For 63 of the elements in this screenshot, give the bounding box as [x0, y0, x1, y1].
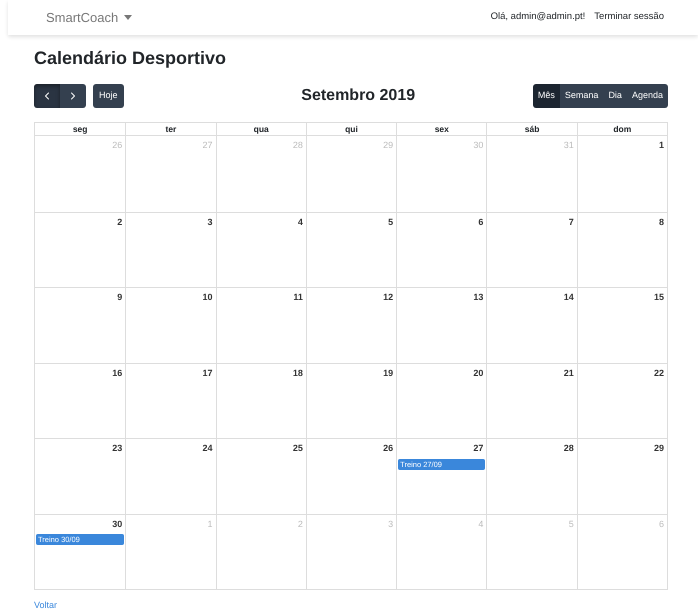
day-number: 1 [208, 518, 214, 530]
weekday-header: dom [576, 123, 667, 136]
back-link[interactable]: Voltar [34, 599, 668, 612]
day-number: 3 [208, 216, 214, 228]
day-number: 4 [298, 216, 304, 228]
weekday-header: qua [216, 123, 306, 136]
day-number: 28 [292, 139, 304, 152]
day-number: 29 [383, 139, 394, 152]
weekday-header: sáb [486, 123, 577, 136]
brand-menu[interactable]: SmartCoach [46, 8, 132, 28]
day-number: 12 [383, 291, 394, 304]
day-number: 14 [564, 291, 575, 304]
day-number: 27 [473, 442, 484, 455]
view-tab[interactable]: Mês [532, 84, 560, 108]
day-number: 2 [117, 216, 124, 228]
day-number: 24 [202, 442, 214, 455]
view-tab[interactable]: Semana [560, 84, 604, 108]
greeting-text: Olá, admin@admin.pt! [490, 10, 586, 24]
day-number: 30 [112, 518, 124, 530]
day-number: 6 [658, 518, 665, 530]
day-number: 20 [473, 366, 484, 380]
day-number: 19 [383, 366, 394, 380]
day-number: 17 [202, 366, 214, 380]
day-number: 26 [112, 139, 124, 152]
weekday-header: sex [396, 123, 486, 136]
weekday-header: ter [125, 123, 216, 136]
period-title: Setembro 2019 [301, 86, 416, 106]
weekday-header: qui [306, 123, 396, 136]
weekday-header: seg [35, 123, 126, 136]
day-number: 13 [473, 291, 484, 304]
day-number: 7 [568, 216, 575, 228]
day-number: 1 [658, 139, 665, 152]
day-number: 21 [564, 366, 575, 380]
day-number: 25 [292, 442, 304, 455]
today-button[interactable]: Hoje [93, 84, 124, 108]
day-number: 3 [388, 518, 394, 530]
day-number: 16 [112, 366, 124, 380]
previous-button[interactable] [34, 84, 60, 108]
day-number: 4 [478, 518, 484, 530]
day-number: 9 [117, 291, 124, 304]
day-number: 11 [293, 291, 304, 304]
day-number: 28 [564, 442, 575, 455]
page-title: Calendário Desportivo [34, 47, 228, 70]
day-number: 23 [112, 442, 124, 455]
day-number: 30 [473, 139, 484, 152]
day-number: 26 [383, 442, 394, 455]
day-number: 29 [654, 442, 665, 455]
logout-link[interactable]: Terminar sessão [594, 10, 664, 25]
day-number: 6 [478, 216, 484, 228]
day-number: 5 [388, 216, 394, 228]
next-button[interactable] [60, 84, 86, 108]
day-number: 31 [564, 139, 575, 152]
day-number: 8 [658, 216, 665, 228]
caret-icon [124, 15, 132, 20]
view-tab[interactable]: Agenda [626, 84, 668, 108]
day-number: 5 [568, 518, 575, 530]
day-number: 18 [292, 366, 304, 380]
day-number: 22 [654, 366, 665, 380]
day-number: 15 [654, 291, 665, 304]
day-number: 10 [202, 291, 214, 304]
day-number: 2 [298, 518, 304, 530]
day-number: 27 [202, 139, 214, 152]
view-tab[interactable]: Dia [603, 84, 627, 108]
